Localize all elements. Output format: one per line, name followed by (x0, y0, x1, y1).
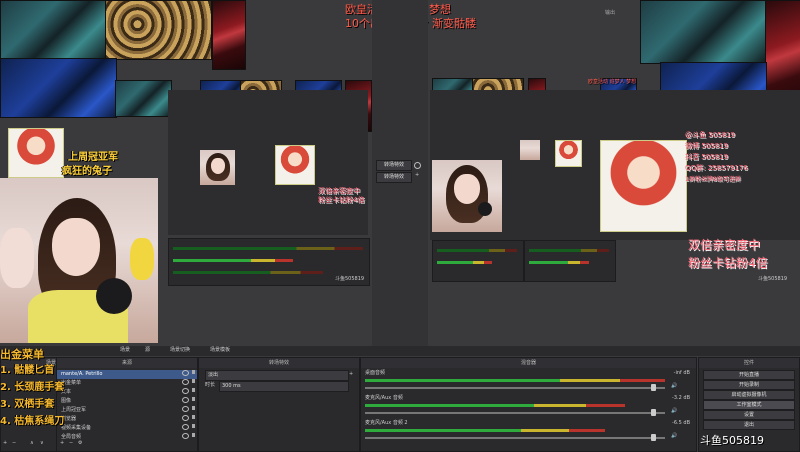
social-line-1: @斗鱼 505819 (685, 131, 735, 139)
menu-item-1: 1. 骷髅匕首 (0, 365, 55, 376)
mixer-ch3-speaker-icon[interactable]: 🔊 (671, 433, 677, 440)
mixer-ch2-knob[interactable] (651, 409, 656, 416)
transition-button[interactable]: 转场特效 (376, 160, 412, 171)
mixer-ch2-name: 麦克风/Aux 音频 (365, 395, 403, 401)
mixer-title: 混音器 (361, 358, 696, 368)
webcam-main (0, 178, 158, 343)
left-anime-sticker (8, 128, 64, 178)
social-line-2: 微博 505819 (685, 142, 728, 150)
menu-item-3: 3. 双栖手套 (0, 399, 55, 410)
duration-input[interactable]: 300 ms (219, 381, 349, 392)
mixer-ch1-knob[interactable] (651, 384, 656, 391)
left-yellow-line-1: 上周冠亚军 (68, 152, 118, 163)
social-line-4: QQ群: 258579176 (685, 164, 748, 172)
remove-source-icon[interactable]: − (12, 440, 16, 447)
tab-scene-template[interactable]: 场景模板 (210, 347, 230, 354)
program-mixer (432, 240, 524, 282)
tab-scene-switch[interactable]: 场景切换 (170, 347, 190, 354)
duration-label: 时长 (205, 382, 216, 388)
preview-cam (200, 150, 235, 185)
mixer-ch2-db: -3.2 dB (672, 395, 690, 401)
right-pink-line-2: 粉丝卡钻粉4倍 (688, 256, 768, 270)
glove-thumb-3 (0, 58, 117, 118)
studio-mode-button[interactable]: 工作室模式 (703, 400, 795, 410)
mixer-ch3-db: -6.5 dB (672, 420, 690, 426)
source-up-icon[interactable]: ∧ (30, 440, 34, 447)
transition-select[interactable]: 转场特效 (376, 172, 412, 183)
glove-thumb-8 (640, 0, 767, 64)
output-label: 输出 (605, 10, 616, 16)
tab-scenes[interactable]: 场景 (120, 347, 130, 354)
mixer-ch1-db: -inf dB (673, 370, 690, 376)
program-anime (600, 140, 687, 232)
tab-sources[interactable]: 源 (145, 347, 150, 354)
mixer-ch1-name: 桌面音频 (365, 370, 386, 376)
menu-item-2: 2. 长颈鹿手套 (0, 382, 65, 393)
mixer-ch2-speaker-icon[interactable]: 🔊 (671, 408, 677, 415)
plush-toy (0, 228, 34, 288)
right-pink-line-1: 双倍亲密度中 (688, 238, 761, 252)
mixer-panel: 混音器 桌面音频 -inf dB 🔊 麦克风/Aux 音频 -3.2 dB 🔊 … (360, 357, 697, 452)
preview-pink-text-2: 粉丝卡钻粉4倍 (318, 196, 365, 204)
glove-thumb-1 (0, 0, 107, 60)
program-watermark: 斗鱼505819 (758, 276, 788, 282)
settings-button[interactable]: 设置 (703, 410, 795, 420)
transition-add-icon-2[interactable]: + (349, 371, 353, 378)
scene-gear-icon[interactable]: ⚙ (78, 440, 82, 447)
knife-thumb-1 (212, 0, 246, 70)
left-yellow-line-2: 疯狂的兔子 (62, 166, 112, 177)
remove-scene-icon[interactable]: − (69, 440, 73, 447)
mid-red-text: 欧皇活动 追梦人 梦想 (588, 79, 637, 85)
add-scene-icon[interactable]: + (60, 440, 64, 447)
program-cam-small (520, 140, 540, 160)
mixer-ch3-knob[interactable] (651, 434, 656, 441)
transition-title: 转场特效 (199, 358, 359, 368)
glove-thumb-2 (105, 0, 212, 60)
program-cam (432, 160, 502, 232)
social-list: @斗鱼 505819 微博 505819 抖音 505819 QQ群: 2585… (685, 130, 795, 185)
menu-title: 出金菜单 (0, 348, 44, 361)
social-line-5: 1群粉丝牌8级可进群 (685, 176, 741, 183)
exit-button[interactable]: 退出 (703, 420, 795, 430)
preview-watermark-left: 斗鱼505819 (335, 276, 365, 282)
menu-overlay: 出金菜单 1. 骷髅匕首 2. 长颈鹿手套 3. 双栖手套 4. 枯焦系绳刀 (0, 348, 120, 430)
transition-add-icon[interactable]: + (415, 172, 419, 179)
preview-canvas[interactable] (168, 90, 368, 235)
transition-panel: 转场特效 淡出 + 时长 300 ms (198, 357, 360, 452)
transition-gear-icon[interactable] (414, 162, 421, 169)
program-mixer-2 (524, 240, 616, 282)
preview-anime (275, 145, 315, 185)
social-line-3: 抖音 505819 (685, 153, 728, 161)
douyu-watermark: 斗鱼505819 (700, 434, 764, 447)
menu-item-4: 4. 枯焦系绳刀 (0, 416, 65, 427)
controls-title: 控件 (699, 358, 799, 368)
start-streaming-button[interactable]: 开始直播 (703, 370, 795, 380)
add-source-icon[interactable]: + (3, 440, 7, 447)
headphone-left (130, 238, 154, 280)
start-recording-button[interactable]: 开始录制 (703, 380, 795, 390)
program-anime-small (555, 140, 582, 167)
transition-type-select[interactable]: 淡出 (205, 370, 349, 381)
virtual-camera-button[interactable]: 启动虚拟摄像机 (703, 390, 795, 400)
mixer-ch3-name: 麦克风/Aux 音频 2 (365, 420, 408, 426)
source-down-icon[interactable]: ∨ (40, 440, 44, 447)
glove-thumb-4 (115, 80, 172, 117)
mixer-ch1-speaker-icon[interactable]: 🔊 (671, 383, 677, 390)
